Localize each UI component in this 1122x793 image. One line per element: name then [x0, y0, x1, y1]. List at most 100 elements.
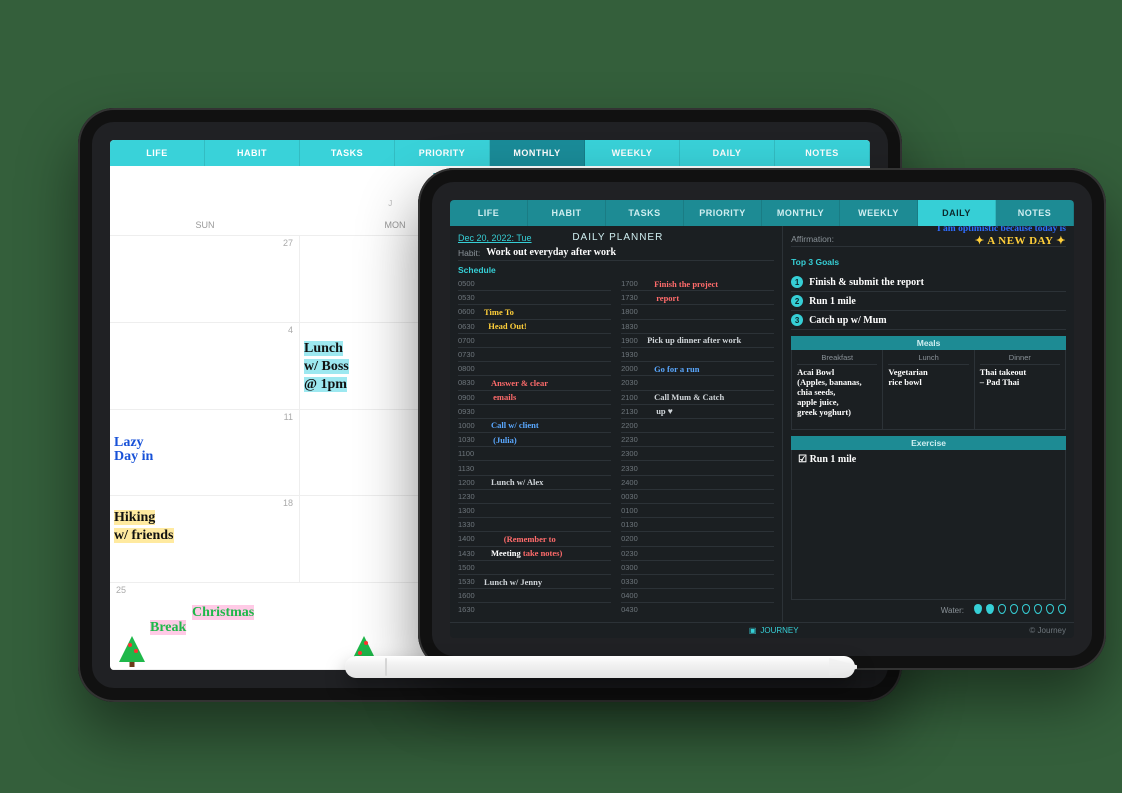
schedule-row[interactable]: 0630 Head Out! [458, 320, 611, 334]
tab-daily[interactable]: DAILY [918, 200, 996, 226]
meals-label: Meals [791, 336, 1066, 350]
schedule-row[interactable]: 2230 [621, 433, 774, 447]
tab-habit[interactable]: HABIT [205, 140, 300, 166]
schedule-row[interactable]: 0330 [621, 575, 774, 589]
goal-num-icon: 2 [791, 295, 803, 307]
goal-text: Catch up w/ Mum [809, 315, 887, 326]
goal-text: Run 1 mile [809, 296, 856, 307]
water-drop-icon[interactable] [1022, 604, 1030, 614]
apple-pencil[interactable] [345, 656, 855, 678]
water-drop-icon[interactable] [1046, 604, 1054, 614]
cal-cell[interactable]: 27 [110, 236, 300, 323]
schedule-row[interactable]: 1430Meeting take notes) [458, 547, 611, 561]
tree-icon [118, 631, 146, 667]
schedule-row[interactable]: 1300 [458, 504, 611, 518]
cal-cell[interactable]: 18 Hiking w/ friends [110, 496, 300, 583]
tab-priority[interactable]: PRIORITY [684, 200, 762, 226]
cal-cell[interactable]: 4 [110, 323, 300, 410]
goal-num-icon: 3 [791, 314, 803, 326]
schedule-row[interactable]: 0500 [458, 277, 611, 291]
schedule-row[interactable]: 1930 [621, 348, 774, 362]
tablet-daily: LIFE HABIT TASKS PRIORITY MONTHLY WEEKLY… [418, 168, 1106, 670]
schedule-row[interactable]: 1730 report [621, 291, 774, 305]
daily-date[interactable]: Dec 20, 2022: Tue [458, 233, 532, 243]
meal-dinner: Dinner Thai takeout – Pad Thai [975, 350, 1065, 429]
water-drop-icon[interactable] [974, 604, 982, 614]
tab-life[interactable]: LIFE [110, 140, 205, 166]
entry-lazy-day: Lazy Day in [114, 436, 153, 465]
schedule-row[interactable]: 0430 [621, 603, 774, 616]
tab-weekly[interactable]: WEEKLY [840, 200, 918, 226]
schedule-row[interactable]: 0830Answer & clear [458, 376, 611, 390]
schedule-row[interactable]: 2100Call Mum & Catch [621, 391, 774, 405]
water-label: Water: [941, 606, 964, 615]
schedule-row[interactable]: 2000Go for a run [621, 362, 774, 376]
tab-notes[interactable]: NOTES [996, 200, 1074, 226]
water-drop-icon[interactable] [1010, 604, 1018, 614]
meals-grid: Breakfast Acai Bowl (Apples, bananas, ch… [791, 350, 1066, 430]
schedule-row[interactable]: 2330 [621, 461, 774, 475]
schedule-row[interactable]: 2130 up ♥ [621, 405, 774, 419]
schedule-row[interactable]: 2400 [621, 476, 774, 490]
schedule-row[interactable]: 0230 [621, 547, 774, 561]
schedule-row[interactable]: 1900Pick up dinner after work [621, 334, 774, 348]
schedule-row[interactable]: 1000Call w/ client [458, 419, 611, 433]
schedule-row[interactable]: 0130 [621, 518, 774, 532]
schedule-row[interactable]: 1800 [621, 305, 774, 319]
schedule-row[interactable]: 0100 [621, 504, 774, 518]
schedule-row[interactable]: 1500 [458, 561, 611, 575]
schedule-row[interactable]: 0930 [458, 405, 611, 419]
goal-num-icon: 1 [791, 276, 803, 288]
tab-tasks[interactable]: TASKS [300, 140, 395, 166]
schedule-row[interactable]: 1130 [458, 461, 611, 475]
schedule-row[interactable]: 1200Lunch w/ Alex [458, 476, 611, 490]
tab-monthly[interactable]: MONTHLY [490, 140, 585, 166]
schedule-row[interactable]: 1030 (Julia) [458, 433, 611, 447]
water-drop-icon[interactable] [1058, 604, 1066, 614]
schedule-row[interactable]: 0800 [458, 362, 611, 376]
tab-priority[interactable]: PRIORITY [395, 140, 490, 166]
schedule-row[interactable]: 0730 [458, 348, 611, 362]
affirmation-line1: I am optimistic because today is [937, 226, 1066, 234]
schedule-row[interactable]: 1700Finish the project [621, 277, 774, 291]
schedule-row[interactable]: 2200 [621, 419, 774, 433]
schedule-row[interactable]: 1400 (Remember to [458, 532, 611, 546]
schedule-row[interactable]: 0200 [621, 532, 774, 546]
month-initial[interactable]: J [388, 199, 392, 208]
schedule-row[interactable]: 0030 [621, 490, 774, 504]
nav-bar-daily: LIFE HABIT TASKS PRIORITY MONTHLY WEEKLY… [450, 200, 1074, 226]
tab-monthly[interactable]: MONTHLY [762, 200, 840, 226]
schedule-row[interactable]: 0300 [621, 561, 774, 575]
schedule-row[interactable]: 1100 [458, 447, 611, 461]
tab-weekly[interactable]: WEEKLY [585, 140, 680, 166]
schedule-row[interactable]: 0600Time To [458, 305, 611, 319]
tab-daily[interactable]: DAILY [680, 140, 775, 166]
schedule-row[interactable]: 1530Lunch w/ Jenny [458, 575, 611, 589]
tab-life[interactable]: LIFE [450, 200, 528, 226]
cal-cell[interactable]: 11 Lazy Day in [110, 410, 300, 497]
goal-row: 3 Catch up w/ Mum [791, 311, 1066, 330]
nav-bar-monthly: LIFE HABIT TASKS PRIORITY MONTHLY WEEKLY… [110, 140, 870, 166]
water-drop-icon[interactable] [1034, 604, 1042, 614]
schedule-row[interactable]: 1630 [458, 603, 611, 616]
schedule-row[interactable]: 1600 [458, 589, 611, 603]
tab-tasks[interactable]: TASKS [606, 200, 684, 226]
tab-notes[interactable]: NOTES [775, 140, 870, 166]
exercise-label: Exercise [791, 436, 1066, 450]
schedule-row[interactable]: 0900 emails [458, 391, 611, 405]
water-drop-icon[interactable] [986, 604, 994, 614]
schedule-row[interactable]: 0400 [621, 589, 774, 603]
copyright: © Journey [1029, 626, 1066, 635]
goal-row: 2 Run 1 mile [791, 292, 1066, 311]
schedule-row[interactable]: 1330 [458, 518, 611, 532]
schedule-row[interactable]: 2030 [621, 376, 774, 390]
schedule-row[interactable]: 1830 [621, 320, 774, 334]
schedule-row[interactable]: 0530 [458, 291, 611, 305]
schedule-row[interactable]: 0700 [458, 334, 611, 348]
schedule-row[interactable]: 2300 [621, 447, 774, 461]
schedule-row[interactable]: 1230 [458, 490, 611, 504]
tab-habit[interactable]: HABIT [528, 200, 606, 226]
brand-logo: ▣ JOURNEY [518, 626, 1029, 635]
schedule-col-pm: 1700Finish the project1730 report1800183… [621, 277, 774, 616]
water-drop-icon[interactable] [998, 604, 1006, 614]
